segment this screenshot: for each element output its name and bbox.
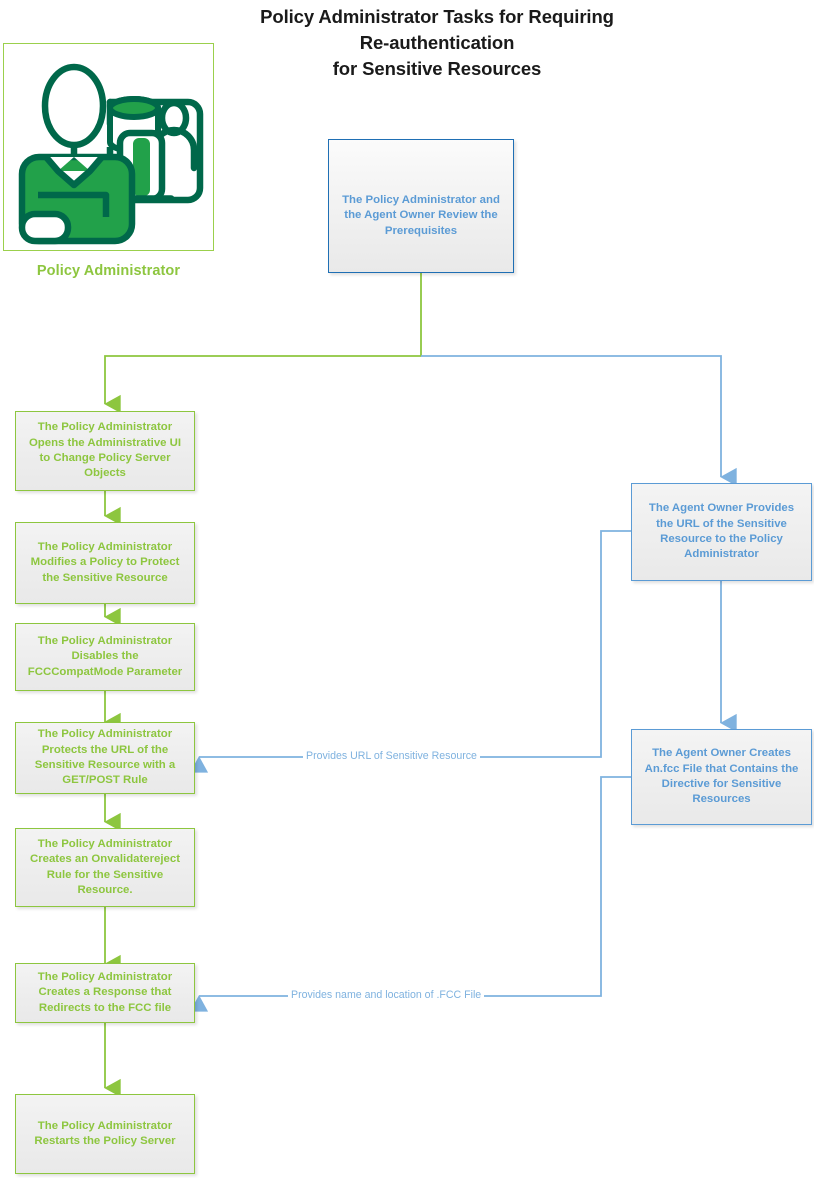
node-create-onvalidatereject-rule-label: The Policy Administrator Creates an Onva… — [29, 837, 181, 896]
title-line-1: Policy Administrator Tasks for Requiring — [260, 6, 614, 27]
node-protect-url-get-post[interactable]: The Policy Administrator Protects the UR… — [15, 722, 195, 794]
node-restart-policy-server-label: The Policy Administrator Restarts the Po… — [34, 1119, 176, 1147]
node-create-redirect-response[interactable]: The Policy Administrator Creates a Respo… — [15, 963, 195, 1023]
node-provide-url-label: The Agent Owner Provides the URL of the … — [648, 502, 795, 561]
node-modify-policy[interactable]: The Policy Administrator Modifies a Poli… — [15, 522, 195, 604]
node-disable-fcccompatmode[interactable]: The Policy Administrator Disables the FC… — [15, 623, 195, 691]
node-review-prerequisites[interactable]: The Policy Administrator and the Agent O… — [328, 139, 514, 273]
policy-administrator-icon — [18, 63, 204, 245]
node-open-admin-ui[interactable]: The Policy Administrator Opens the Admin… — [15, 411, 195, 491]
policy-administrator-card — [3, 43, 214, 251]
wire-start-to-admin — [104, 355, 421, 414]
wire-provides-url — [189, 530, 631, 773]
wire-label-provides-fcc: Provides name and location of .FCC File — [288, 989, 485, 1001]
node-create-redirect-response-label: The Policy Administrator Creates a Respo… — [37, 970, 173, 1014]
node-review-prerequisites-label: The Policy Administrator and the Agent O… — [342, 193, 500, 237]
node-disable-fcccompatmode-label: The Policy Administrator Disables the FC… — [27, 634, 183, 678]
admin-person-icon — [18, 63, 136, 245]
wire-provides-fcc — [189, 776, 631, 1012]
wire-label-provides-url: Provides URL of Sensitive Resource — [303, 750, 480, 762]
page-title: Policy Administrator Tasks for Requiring… — [207, 4, 667, 82]
node-create-fcc-file-label: The Agent Owner Creates An.fcc File that… — [644, 747, 799, 806]
title-line-3: for Sensitive Resources — [332, 58, 542, 79]
node-open-admin-ui-label: The Policy Administrator Opens the Admin… — [28, 421, 182, 480]
node-restart-policy-server[interactable]: The Policy Administrator Restarts the Po… — [15, 1094, 195, 1174]
policy-administrator-label: Policy Administrator — [36, 263, 181, 279]
title-line-2: Re-authentication — [359, 32, 515, 53]
node-create-onvalidatereject-rule[interactable]: The Policy Administrator Creates an Onva… — [15, 828, 195, 907]
node-protect-url-get-post-label: The Policy Administrator Protects the UR… — [34, 728, 176, 787]
node-provide-url[interactable]: The Agent Owner Provides the URL of the … — [631, 483, 812, 581]
wire-start-to-owner — [421, 355, 737, 487]
node-create-fcc-file[interactable]: The Agent Owner Creates An.fcc File that… — [631, 729, 812, 825]
node-modify-policy-label: The Policy Administrator Modifies a Poli… — [30, 540, 180, 584]
